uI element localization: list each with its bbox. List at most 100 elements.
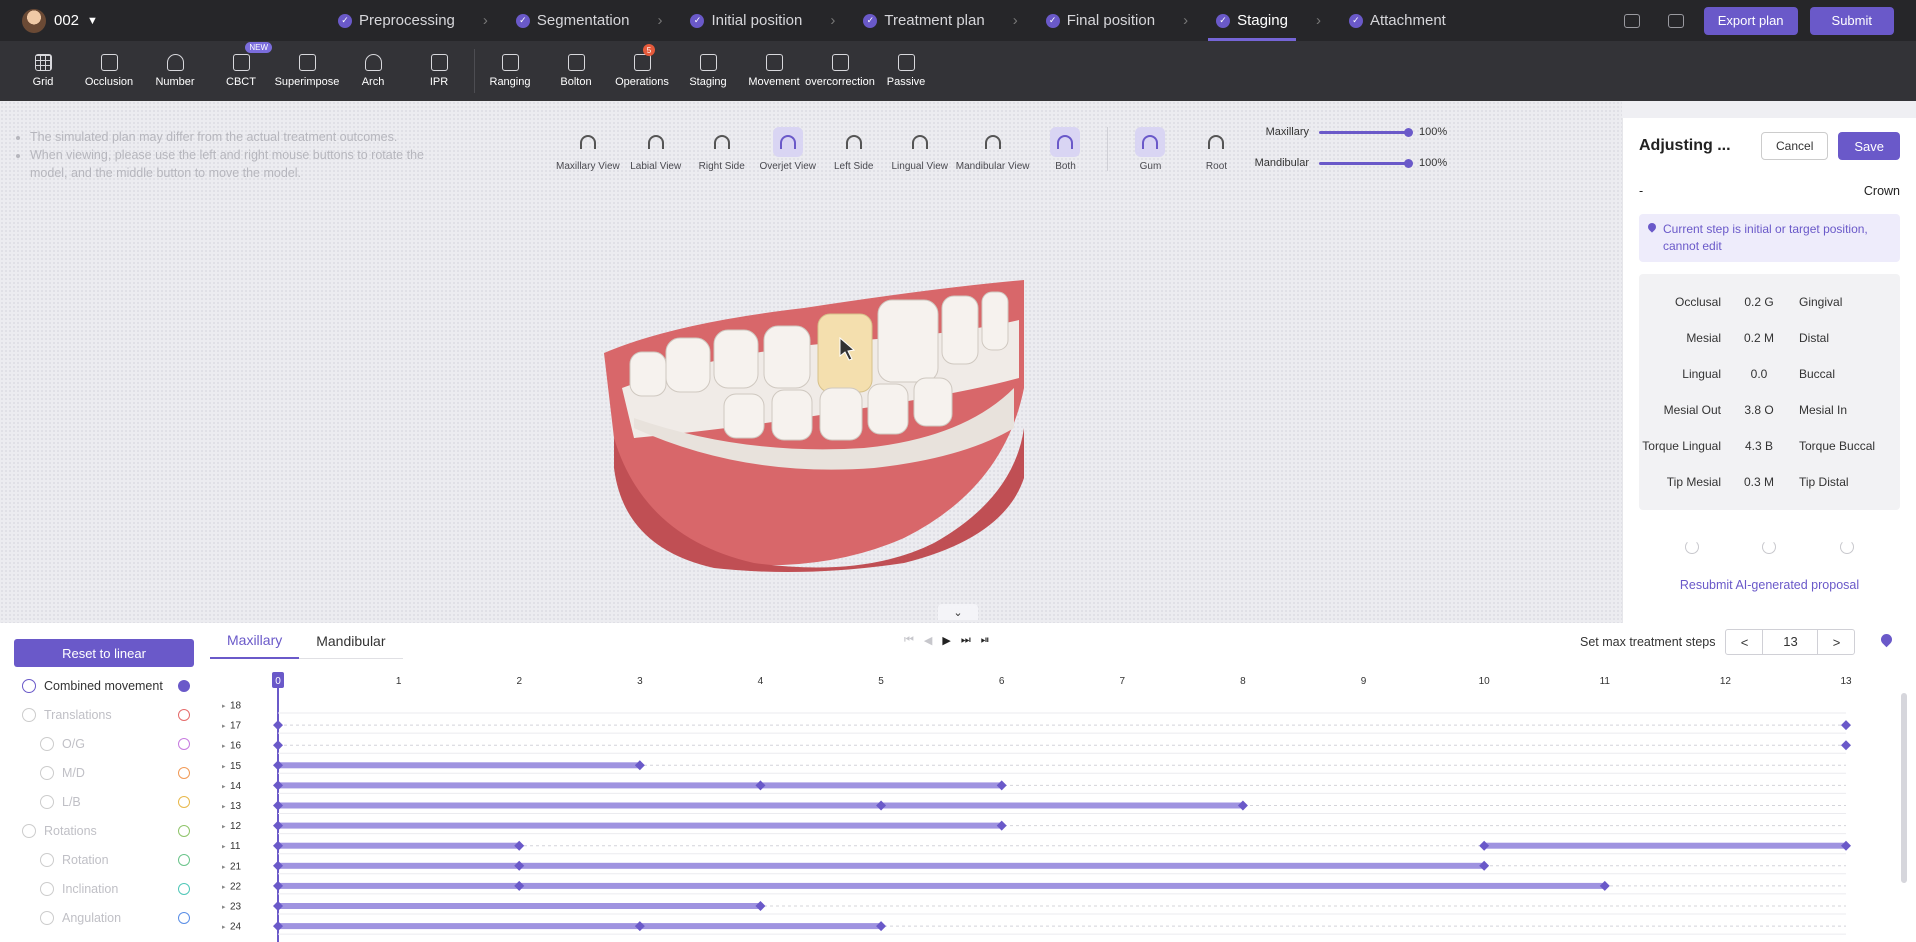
tool-ipr[interactable]: IPR — [406, 43, 472, 99]
movement-value[interactable]: 3.8 O — [1727, 403, 1791, 417]
expand-arrow-icon[interactable]: ▸ — [222, 864, 226, 871]
movement-segment[interactable] — [1484, 842, 1846, 849]
staging-timeline[interactable]: 0 1 2 3 4 5 6 7 8 9 10 11 12 1318▸17▸16▸15▸14▸13▸12▸1… — [0, 623, 1916, 942]
redo-icon[interactable] — [1840, 540, 1855, 554]
keyframe-diamond[interactable] — [514, 860, 525, 871]
image-icon[interactable] — [1667, 13, 1684, 28]
movement-value[interactable]: 0.0 — [1727, 367, 1791, 381]
tooth-row-label[interactable]: 22 — [230, 881, 242, 892]
movement-segment[interactable] — [278, 923, 882, 930]
tooth-row-label[interactable]: 11 — [230, 841, 241, 852]
view-labial-view[interactable]: Labial View — [626, 127, 686, 172]
cancel-button[interactable]: Cancel — [1761, 132, 1829, 160]
expand-arrow-icon[interactable]: ▸ — [222, 804, 226, 811]
keyframe-diamond[interactable] — [996, 780, 1007, 791]
step-treatment-plan[interactable]: ✓ Treatment plan — [855, 0, 992, 41]
step-number[interactable]: 5 — [878, 676, 884, 687]
keyframe-diamond[interactable] — [273, 820, 283, 831]
expand-arrow-icon[interactable]: ▸ — [222, 763, 226, 770]
expand-arrow-icon[interactable]: ▸ — [222, 844, 226, 851]
toggle-root[interactable]: Root — [1186, 127, 1246, 172]
tooth-row-label[interactable]: 13 — [230, 801, 242, 812]
export-plan-button[interactable]: Export plan — [1703, 6, 1798, 35]
keyframe-diamond[interactable] — [273, 880, 283, 891]
keyframe-diamond[interactable] — [1841, 840, 1851, 851]
tooth-row-label[interactable]: 16 — [230, 741, 242, 752]
movement-value[interactable]: 4.3 B — [1727, 439, 1791, 453]
tool-staging[interactable]: Staging — [675, 43, 741, 99]
collapse-panel-button[interactable]: ⌄ — [938, 604, 978, 620]
tooth-row-label[interactable]: 12 — [230, 821, 242, 832]
step-number[interactable]: 2 — [516, 676, 522, 687]
movement-value[interactable]: 0.2 M — [1727, 331, 1791, 345]
inbox-icon[interactable] — [1623, 13, 1640, 28]
opacity-slider[interactable] — [1319, 158, 1413, 168]
step-attachment[interactable]: ✓ Attachment — [1341, 0, 1454, 41]
movement-segment[interactable] — [278, 802, 1243, 809]
tool-operations[interactable]: Operations 5 — [609, 43, 675, 99]
view-overjet-view[interactable]: Overjet View — [758, 127, 818, 172]
movement-segment[interactable] — [278, 822, 1002, 829]
keyframe-diamond[interactable] — [634, 760, 645, 771]
view-lingual-view[interactable]: Lingual View — [890, 127, 950, 172]
movement-segment[interactable] — [278, 862, 1485, 869]
tool-passive[interactable]: Passive — [873, 43, 939, 99]
expand-arrow-icon[interactable]: ▸ — [222, 703, 226, 710]
step-final-position[interactable]: ✓ Final position — [1038, 0, 1163, 41]
step-number[interactable]: 1 — [396, 676, 402, 687]
step-number[interactable]: 9 — [1361, 676, 1367, 687]
step-number[interactable]: 7 — [1120, 676, 1126, 687]
tool-superimpose[interactable]: Superimpose — [274, 43, 340, 99]
keyframe-diamond[interactable] — [273, 840, 283, 851]
save-button[interactable]: Save — [1838, 132, 1900, 160]
step-number[interactable]: 3 — [637, 676, 643, 687]
tool-ranging[interactable]: Ranging — [477, 43, 543, 99]
tooth-row-label[interactable]: 17 — [230, 721, 242, 732]
expand-arrow-icon[interactable]: ▸ — [222, 884, 226, 891]
keyframe-diamond[interactable] — [1479, 840, 1490, 851]
keyframe-diamond[interactable] — [273, 760, 283, 771]
patient-selector[interactable]: 002 ▼ — [0, 8, 330, 33]
expand-arrow-icon[interactable]: ▸ — [222, 743, 226, 750]
step-number[interactable]: 8 — [1240, 676, 1246, 687]
expand-arrow-icon[interactable]: ▸ — [222, 783, 226, 790]
tool-overcorrection[interactable]: overcorrection — [805, 43, 875, 99]
keyframe-diamond[interactable] — [273, 921, 283, 932]
step-number[interactable]: 12 — [1720, 676, 1732, 687]
step-preprocessing[interactable]: ✓ Preprocessing — [330, 0, 463, 41]
tooth-row-label[interactable]: 21 — [230, 861, 242, 872]
toggle-gum[interactable]: Gum — [1120, 127, 1180, 172]
view-right-side[interactable]: Right Side — [692, 127, 752, 172]
crown-mode[interactable]: Crown — [1864, 184, 1900, 198]
keyframe-diamond[interactable] — [273, 740, 283, 751]
step-number[interactable]: 11 — [1600, 676, 1611, 687]
keyframe-diamond[interactable] — [273, 860, 283, 871]
tool-grid[interactable]: Grid — [10, 43, 76, 99]
slider-handle[interactable] — [1404, 127, 1413, 137]
movement-segment[interactable] — [278, 903, 761, 909]
tooth-row-label[interactable]: 24 — [230, 922, 242, 933]
undo-icon[interactable] — [1762, 540, 1777, 554]
tool-bolton[interactable]: Bolton — [543, 43, 609, 99]
keyframe-diamond[interactable] — [273, 901, 283, 911]
step-number[interactable]: 10 — [1479, 676, 1491, 687]
tool-arch[interactable]: Arch — [340, 43, 406, 99]
dental-model[interactable] — [604, 278, 1134, 578]
resubmit-ai-link[interactable]: Resubmit AI-generated proposal — [1623, 578, 1916, 592]
tooth-row-label[interactable]: 15 — [230, 761, 242, 772]
submit-button[interactable]: Submit — [1809, 6, 1894, 35]
tool-cbct[interactable]: CBCT NEW — [208, 42, 274, 99]
keyframe-diamond[interactable] — [514, 880, 525, 891]
keyframe-diamond[interactable] — [514, 840, 525, 851]
step-initial-position[interactable]: ✓ Initial position — [682, 0, 810, 41]
keyframe-diamond[interactable] — [996, 820, 1007, 831]
tooth-row-label[interactable]: 14 — [230, 781, 242, 792]
movement-segment[interactable] — [278, 842, 520, 849]
expand-arrow-icon[interactable]: ▸ — [222, 904, 226, 911]
movement-segment[interactable] — [278, 782, 1002, 789]
view-maxillary-view[interactable]: Maxillary View — [556, 127, 620, 172]
keyframe-diamond[interactable] — [1479, 860, 1490, 871]
view-both[interactable]: Both — [1035, 127, 1095, 172]
keyframe-diamond[interactable] — [634, 921, 645, 932]
opacity-slider[interactable] — [1319, 127, 1413, 137]
